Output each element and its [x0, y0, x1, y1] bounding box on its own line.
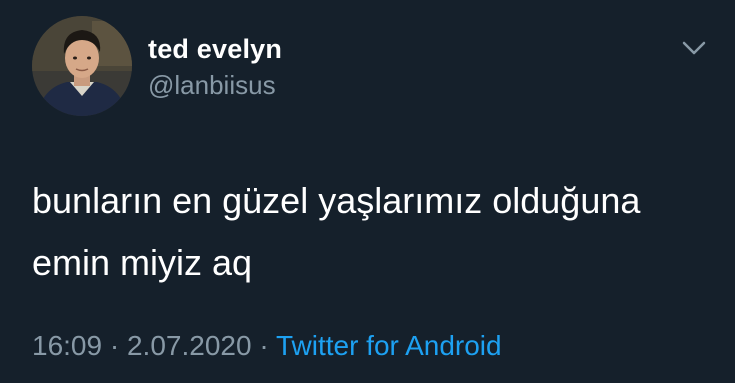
tweet-card: ted evelyn @lanbiisus bunların en güzel …: [0, 0, 735, 383]
meta-separator: ·: [109, 330, 120, 361]
meta-separator: ·: [259, 330, 269, 361]
avatar-image: [32, 16, 132, 116]
tweet-source-link[interactable]: Twitter for Android: [276, 330, 502, 361]
tweet-meta: 16:09 · 2.07.2020 · Twitter for Android: [32, 330, 502, 362]
display-name[interactable]: ted evelyn: [148, 34, 282, 65]
chevron-down-icon: [682, 41, 706, 55]
tweet-menu-button[interactable]: [680, 36, 708, 60]
tweet-text-line-1: bunların en güzel yaşlarımız olduğuna: [32, 180, 641, 221]
user-handle[interactable]: @lanbiisus: [148, 70, 276, 101]
tweet-date[interactable]: 2.07.2020: [127, 330, 252, 361]
tweet-text-line-2: emin miyiz aq: [32, 242, 253, 283]
tweet-time[interactable]: 16:09: [32, 330, 102, 361]
avatar[interactable]: [32, 16, 132, 116]
tweet-text: bunların en güzel yaşlarımız olduğuna em…: [32, 170, 722, 294]
